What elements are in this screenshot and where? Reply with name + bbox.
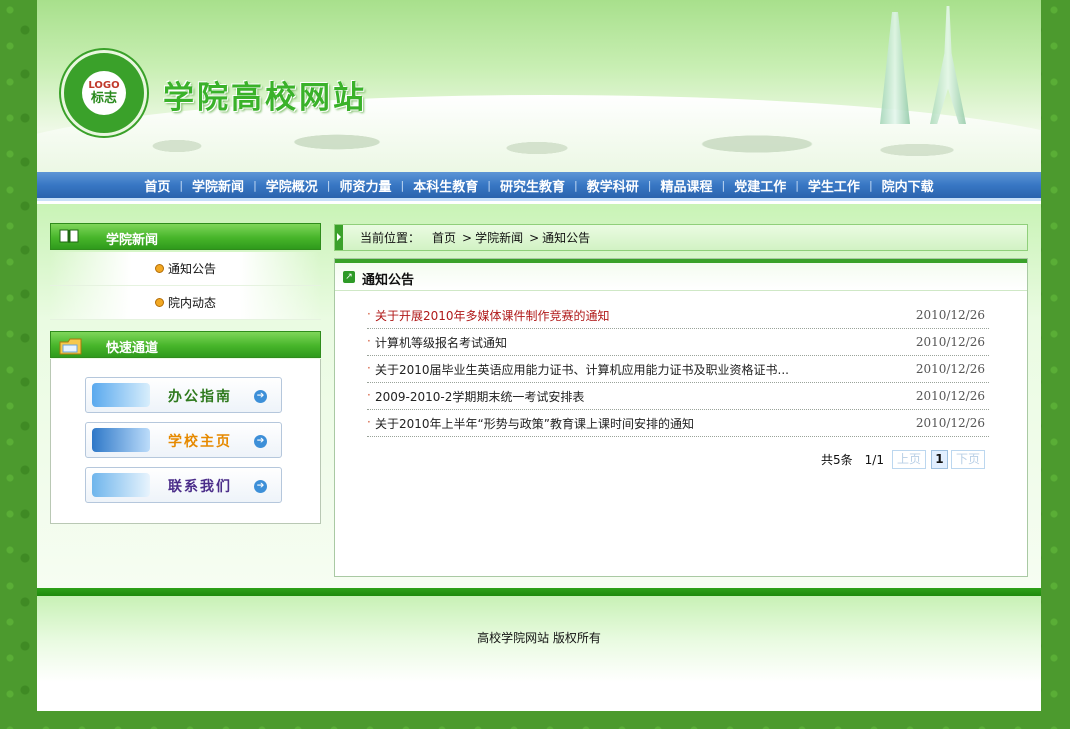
monitor-icon: [92, 383, 150, 407]
sidebar-item-updates[interactable]: 院内动态: [50, 286, 321, 320]
pagination-total: 共5条: [821, 453, 853, 467]
nav-item-news[interactable]: 学院新闻: [183, 176, 253, 195]
article-link[interactable]: 关于2010届毕业生英语应用能力证书、计算机应用能力证书及职业资格证书...: [367, 361, 789, 378]
sidebar-quick-title: 快速通道: [106, 341, 159, 356]
pagination: 共5条 1/1 上页 1 下页: [821, 450, 985, 469]
breadcrumb-news[interactable]: 学院新闻: [475, 229, 523, 246]
arrow-right-icon: ➔: [254, 390, 267, 403]
article-date: 2010/12/26: [915, 335, 985, 349]
pagination-page: 1/1: [864, 452, 884, 467]
quick-link-label: 联系我们: [168, 479, 232, 495]
quick-links-box: 办公指南 ➔ 学校主页 ➔ 联系我们 ➔: [50, 359, 321, 524]
contact-us-button[interactable]: 联系我们 ➔: [85, 467, 282, 503]
breadcrumb-label: 当前位置：: [360, 231, 421, 245]
arrow-right-icon: ➔: [254, 480, 267, 493]
article-link[interactable]: 2009-2010-2学期期末统一考试安排表: [367, 388, 584, 405]
nav-item-party[interactable]: 党建工作: [725, 176, 795, 195]
breadcrumb-separator: >: [462, 230, 473, 245]
site-header: LOGO 标志 学院高校网站: [37, 0, 1041, 172]
nav-item-graduate[interactable]: 研究生教育: [491, 176, 574, 195]
notices-panel: ↗ 通知公告 关于开展2010年多媒体课件制作竞赛的通知 2010/12/26 …: [334, 258, 1028, 577]
follow-badge-icon: [92, 428, 150, 452]
office-guide-button[interactable]: 办公指南 ➔: [85, 377, 282, 413]
sidebar-item-label[interactable]: 院内动态: [168, 294, 216, 311]
sidebar-quick-header: 快速通道: [50, 331, 321, 358]
list-item: 关于2010届毕业生英语应用能力证书、计算机应用能力证书及职业资格证书... 2…: [367, 356, 989, 383]
footer-divider: [37, 588, 1041, 596]
tower-graphic: [930, 6, 966, 124]
nav-item-downloads[interactable]: 院内下载: [873, 176, 943, 195]
nav-item-research[interactable]: 教学科研: [578, 176, 648, 195]
sidebar-news-header: 学院新闻: [50, 223, 321, 250]
page: LOGO 标志 学院高校网站 首页 | 学院新闻 | 学院概况 | 师资力量 |…: [37, 0, 1041, 711]
logo-center: LOGO 标志: [82, 71, 126, 115]
site-logo[interactable]: LOGO 标志: [61, 50, 147, 136]
folder-icon: [59, 336, 82, 355]
nav-item-undergrad[interactable]: 本科生教育: [404, 176, 487, 195]
breadcrumb-marker-icon: [335, 225, 343, 250]
nav-item-courses[interactable]: 精品课程: [651, 176, 721, 195]
prev-page-button[interactable]: 上页: [891, 450, 926, 469]
nav-item-faculty[interactable]: 师资力量: [331, 176, 401, 195]
orange-dot-icon: [154, 298, 164, 307]
arrow-square-icon: ↗: [343, 271, 355, 283]
orange-dot-icon: [154, 264, 164, 273]
sidebar-news-title: 学院新闻: [106, 233, 159, 248]
list-item: 关于2010年上半年“形势与政策”教育课上课时间安排的通知 2010/12/26: [367, 410, 989, 437]
site-title: 学院高校网站: [163, 80, 367, 116]
article-date: 2010/12/26: [915, 308, 985, 322]
skyscraper-graphic: [880, 12, 910, 124]
current-page-button[interactable]: 1: [930, 450, 948, 469]
nav-item-home[interactable]: 首页: [135, 176, 179, 195]
article-date: 2010/12/26: [915, 362, 985, 376]
article-link[interactable]: 关于开展2010年多媒体课件制作竞赛的通知: [367, 307, 610, 324]
main-nav: 首页 | 学院新闻 | 学院概况 | 师资力量 | 本科生教育 | 研究生教育 …: [37, 172, 1041, 201]
next-page-button[interactable]: 下页: [950, 450, 985, 469]
breadcrumb-notices[interactable]: 通知公告: [542, 229, 590, 246]
nav-item-students[interactable]: 学生工作: [799, 176, 869, 195]
sidebar-news-list: 通知公告 院内动态: [50, 252, 321, 320]
article-date: 2010/12/26: [915, 416, 985, 430]
breadcrumb-separator: >: [529, 230, 540, 245]
article-date: 2010/12/26: [915, 389, 985, 403]
nav-item-overview[interactable]: 学院概况: [257, 176, 327, 195]
envelope-icon: [92, 473, 150, 497]
breadcrumb: 当前位置： 首页 > 学院新闻 > 通知公告: [334, 224, 1028, 251]
panel-header: ↗ 通知公告: [335, 259, 1027, 291]
world-map-graphic: [117, 128, 967, 168]
article-list: 关于开展2010年多媒体课件制作竞赛的通知 2010/12/26 计算机等级报名…: [367, 302, 989, 437]
school-home-button[interactable]: 学校主页 ➔: [85, 422, 282, 458]
article-link[interactable]: 关于2010年上半年“形势与政策”教育课上课时间安排的通知: [367, 415, 694, 432]
list-item: 计算机等级报名考试通知 2010/12/26: [367, 329, 989, 356]
sidebar-item-label[interactable]: 通知公告: [168, 260, 216, 277]
content-area: 学院新闻 通知公告 院内动态 快速通道 办公指南 ➔ 学校主页 ➔ 联系我们 ➔…: [37, 204, 1041, 588]
list-item: 2009-2010-2学期期末统一考试安排表 2010/12/26: [367, 383, 989, 410]
logo-text-cn: 标志: [90, 91, 117, 106]
quick-link-label: 学校主页: [168, 434, 232, 450]
breadcrumb-home[interactable]: 首页: [432, 229, 456, 246]
site-footer: 高校学院网站 版权所有: [37, 596, 1041, 711]
quick-link-label: 办公指南: [168, 389, 232, 405]
article-link[interactable]: 计算机等级报名考试通知: [367, 334, 507, 351]
list-item: 关于开展2010年多媒体课件制作竞赛的通知 2010/12/26: [367, 302, 989, 329]
panel-title: 通知公告: [362, 273, 415, 288]
copyright-text: 高校学院网站 版权所有: [477, 631, 601, 645]
book-icon: [59, 228, 79, 245]
sidebar-item-notices[interactable]: 通知公告: [50, 252, 321, 286]
arrow-right-icon: ➔: [254, 435, 267, 448]
